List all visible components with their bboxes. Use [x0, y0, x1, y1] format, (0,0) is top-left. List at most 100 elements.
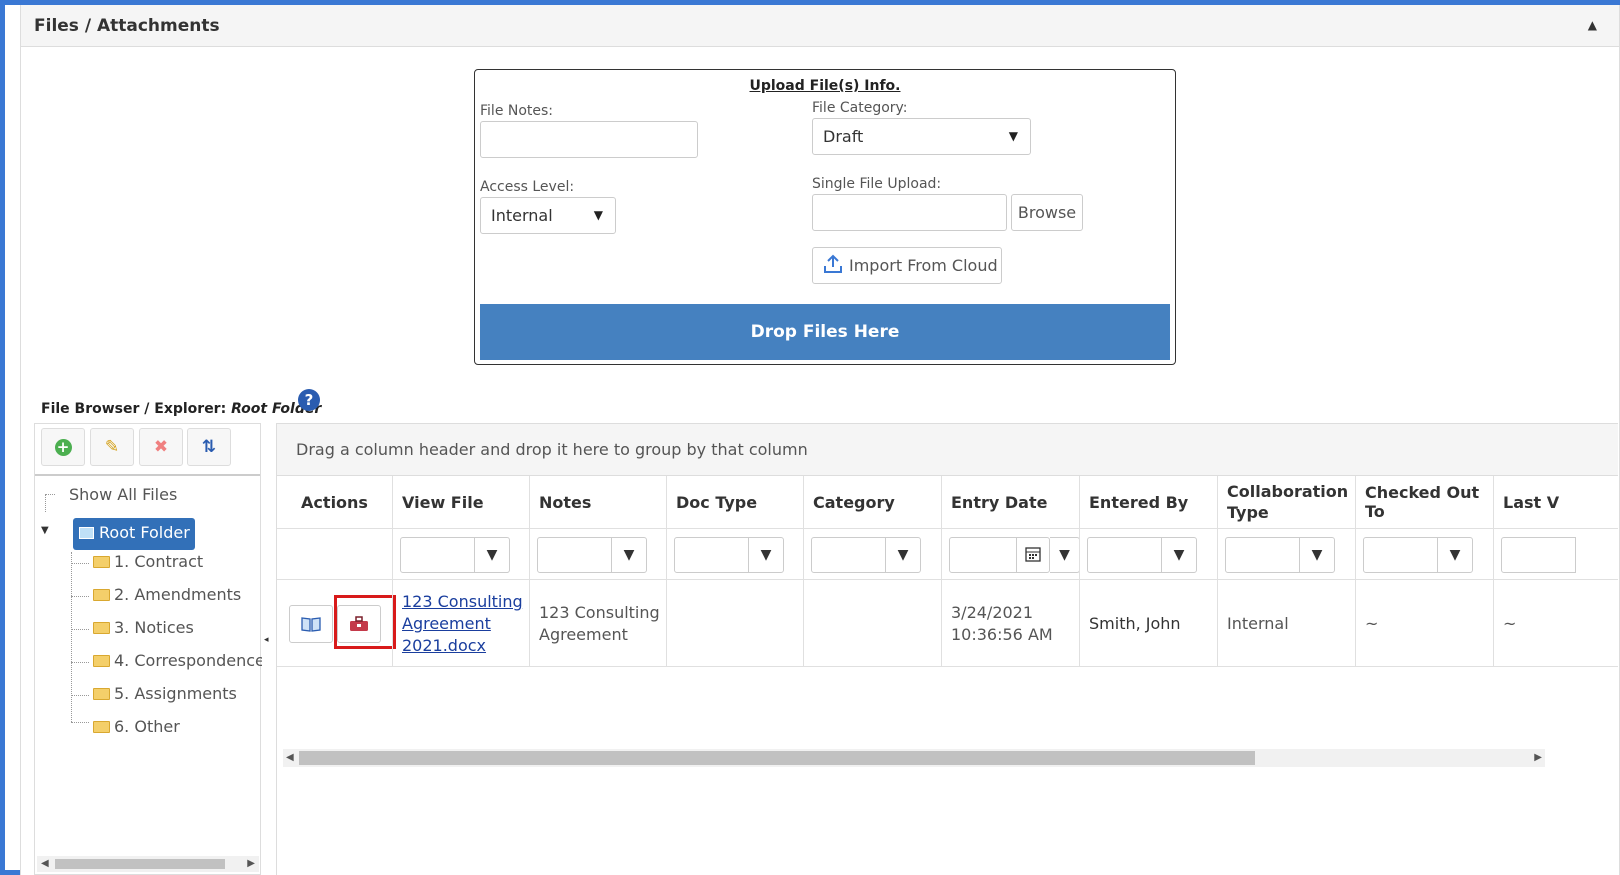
file-category-select[interactable]: Draft ▼ [812, 118, 1031, 155]
column-header-view-file[interactable]: View File [392, 476, 529, 528]
browse-button[interactable]: Browse [1011, 194, 1083, 231]
filter-input[interactable] [674, 537, 749, 573]
checked-out-to-cell: ~ [1355, 581, 1493, 667]
scroll-left-icon[interactable]: ◀ [41, 856, 49, 872]
delete-icon: ✖ [153, 437, 169, 457]
access-level-value: Internal [491, 206, 553, 225]
scrollbar-thumb[interactable] [55, 859, 225, 869]
filter-input[interactable] [1363, 537, 1438, 573]
filter-icon[interactable]: ▼ [748, 537, 784, 573]
edit-folder-button[interactable]: ✎ [90, 428, 134, 466]
date-filter-input[interactable] [949, 537, 1017, 573]
access-level-label: Access Level: [480, 179, 575, 195]
folder-item[interactable]: 5. Assignments [93, 684, 237, 703]
column-header-actions[interactable]: Actions [277, 476, 392, 528]
scroll-left-icon[interactable]: ◀ [286, 749, 294, 767]
folder-icon [93, 721, 110, 733]
toolbar-divider [35, 474, 260, 476]
folder-label: 1. Contract [114, 552, 204, 571]
filter-cell [1493, 529, 1618, 581]
add-icon: + [54, 439, 72, 456]
folder-label: 3. Notices [114, 618, 194, 637]
entry-date-cell: 3/24/2021 10:36:56 AM [941, 581, 1079, 667]
access-level-select[interactable]: Internal ▼ [480, 197, 616, 234]
column-header-doc-type[interactable]: Doc Type [666, 476, 803, 528]
actions-cell [277, 581, 396, 667]
tree-horizontal-scrollbar[interactable]: ◀ ▶ [37, 856, 259, 872]
column-header-last-v[interactable]: Last V [1493, 476, 1618, 528]
folder-label: 2. Amendments [114, 585, 242, 604]
filter-icon[interactable]: ▼ [1050, 537, 1080, 573]
file-link[interactable]: 123 Consulting Agreement 2021.docx [402, 591, 529, 657]
folder-tree-pane: + ✎ ✖ ⇅ Show All Files ▼ Root Folder 1. … [34, 423, 265, 875]
delete-folder-button[interactable]: ✖ [139, 428, 183, 466]
column-header-entry-date[interactable]: Entry Date [941, 476, 1079, 528]
file-browser-title-prefix: File Browser / Explorer: [41, 401, 227, 417]
folder-label: 5. Assignments [114, 684, 237, 703]
add-folder-button[interactable]: + [41, 428, 85, 466]
filter-input[interactable] [1501, 537, 1576, 573]
grid-horizontal-scrollbar[interactable]: ◀ ▶ [283, 749, 1545, 767]
folder-item[interactable]: 3. Notices [93, 618, 194, 637]
grid-filter-row: ▼ ▼ ▼ ▼ ▼ ▼ ▼ ▼ [277, 528, 1618, 581]
filter-icon[interactable]: ▼ [1161, 537, 1197, 573]
upload-title: Upload File(s) Info. [749, 78, 901, 94]
tree-connector [71, 552, 72, 722]
filter-input[interactable] [400, 537, 475, 573]
file-category-label: File Category: [812, 100, 908, 116]
pane-splitter[interactable]: ◂ [262, 423, 277, 875]
file-notes-input[interactable] [480, 121, 698, 158]
tree-connector [71, 596, 89, 597]
view-book-button[interactable] [289, 605, 333, 643]
folder-item[interactable]: 6. Other [93, 717, 180, 736]
show-all-files-item[interactable]: Show All Files [69, 485, 177, 504]
column-header-entered-by[interactable]: Entered By [1079, 476, 1217, 528]
folder-item[interactable]: 4. Correspondence [93, 651, 265, 670]
tree-connector [45, 494, 55, 495]
column-header-notes[interactable]: Notes [529, 476, 666, 528]
tree-connector [71, 563, 89, 564]
expand-toggle-icon[interactable]: ▼ [41, 525, 49, 536]
drop-files-zone[interactable]: Drop Files Here [480, 304, 1170, 360]
filter-input[interactable] [1225, 537, 1300, 573]
filter-input[interactable] [811, 537, 886, 573]
file-notes-label: File Notes: [480, 103, 554, 119]
chevron-down-icon: ▼ [1008, 129, 1018, 143]
scrollbar-thumb[interactable] [299, 751, 1255, 765]
column-header-checked-out-to[interactable]: Checked Out To [1355, 476, 1493, 528]
calendar-icon[interactable] [1016, 537, 1050, 573]
filter-input[interactable] [537, 537, 612, 573]
folder-icon [93, 556, 110, 568]
column-header-collaboration-type[interactable]: Collaboration Type [1217, 476, 1355, 528]
scroll-right-icon[interactable]: ▶ [247, 856, 255, 872]
category-cell [803, 581, 941, 667]
pencil-icon: ✎ [104, 437, 120, 457]
filter-input[interactable] [1087, 537, 1162, 573]
filter-cell: ▼ [666, 529, 803, 581]
collapse-panel-icon[interactable]: ▲ [1588, 18, 1597, 32]
filter-icon[interactable]: ▼ [611, 537, 647, 573]
upload-icon [824, 254, 842, 273]
sort-icon: ⇅ [201, 437, 217, 457]
upload-info-box: Upload File(s) Info. File Notes: File Ca… [474, 69, 1176, 365]
scroll-right-icon[interactable]: ▶ [1534, 749, 1542, 767]
group-by-bar[interactable]: Drag a column header and drop it here to… [277, 424, 1618, 476]
help-icon[interactable]: ? [298, 389, 320, 411]
collaboration-type-cell: Internal [1217, 581, 1355, 667]
filter-icon[interactable]: ▼ [1437, 537, 1473, 573]
folder-item[interactable]: 2. Amendments [93, 585, 241, 604]
window-frame: Files / Attachments ▲ Upload File(s) Inf… [0, 0, 1620, 875]
sort-button[interactable]: ⇅ [187, 428, 231, 466]
folder-icon [93, 655, 110, 667]
filter-icon[interactable]: ▼ [474, 537, 510, 573]
collapse-pane-icon[interactable]: ◂ [264, 635, 269, 645]
column-header-category[interactable]: Category [803, 476, 941, 528]
import-from-cloud-button[interactable]: Import From Cloud [812, 247, 1002, 284]
filter-icon[interactable]: ▼ [1299, 537, 1335, 573]
single-upload-input[interactable] [812, 194, 1007, 231]
filter-cell: ▼ [1217, 529, 1355, 581]
folder-item[interactable]: 1. Contract [93, 552, 203, 571]
folder-icon [93, 589, 110, 601]
filter-icon[interactable]: ▼ [885, 537, 921, 573]
root-folder-item[interactable]: Root Folder [73, 518, 195, 550]
